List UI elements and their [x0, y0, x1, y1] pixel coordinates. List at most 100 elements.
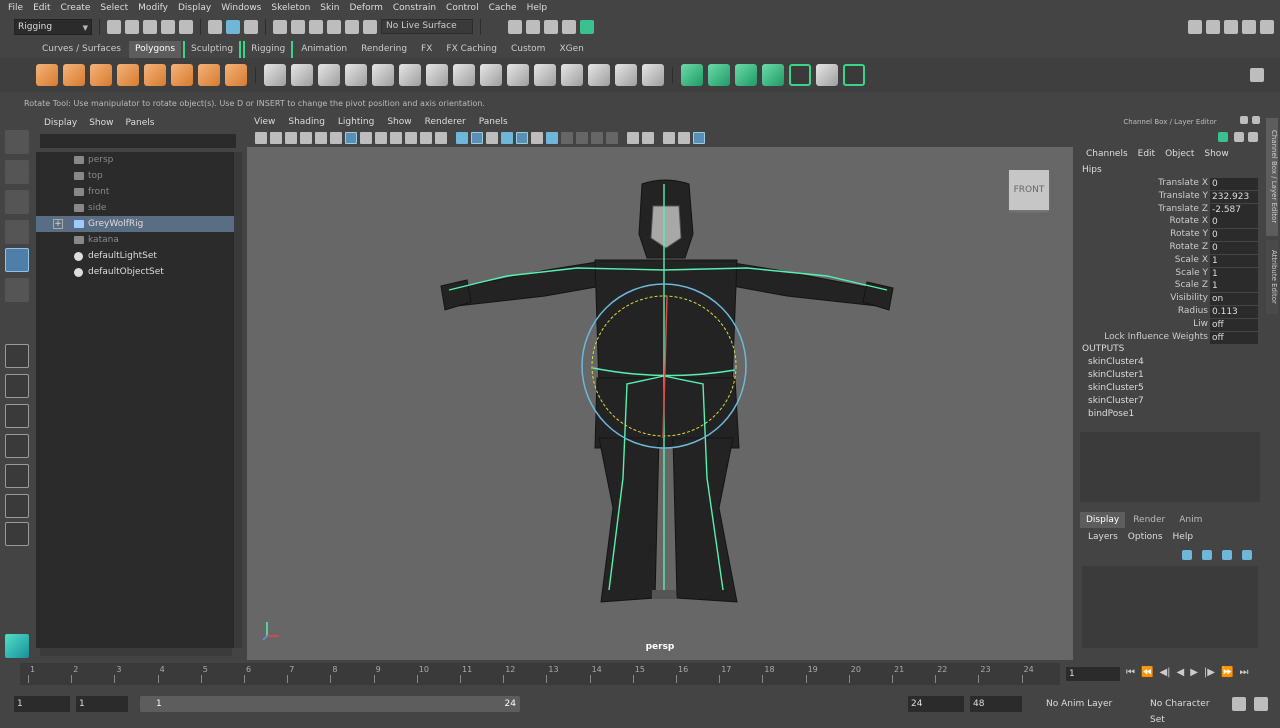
- shelf-tab-animation[interactable]: Animation: [295, 41, 354, 58]
- character-set-dropdown[interactable]: No Character Set: [1146, 696, 1226, 725]
- automatic-uv-icon[interactable]: [762, 64, 784, 86]
- motion-blur-icon[interactable]: [576, 132, 588, 144]
- redo-icon[interactable]: [179, 19, 193, 34]
- viewport-menu-panels[interactable]: Panels: [479, 116, 508, 129]
- planar-uv-icon[interactable]: [681, 64, 703, 86]
- toggle-modeling-toolkit-icon[interactable]: [1206, 19, 1220, 34]
- shadows-icon[interactable]: [546, 132, 558, 144]
- new-scene-icon[interactable]: [107, 19, 121, 34]
- menu-windows[interactable]: Windows: [221, 3, 261, 13]
- viewport-panel[interactable]: View Shading Lighting Show Renderer Panels: [247, 116, 1073, 660]
- menu-select[interactable]: Select: [100, 3, 128, 13]
- outliner-item[interactable]: katana: [36, 232, 234, 248]
- character-model[interactable]: [427, 178, 907, 618]
- textured-icon[interactable]: [516, 132, 528, 144]
- render-frame-icon[interactable]: [526, 19, 540, 34]
- play-backwards-icon[interactable]: ◀: [1177, 667, 1185, 678]
- undo-icon[interactable]: [161, 19, 175, 34]
- attribute-row[interactable]: Lock Influence Weights off: [1078, 331, 1260, 345]
- viewport-menu-view[interactable]: View: [254, 116, 275, 129]
- bevel-icon[interactable]: [480, 64, 502, 86]
- menu-control[interactable]: Control: [446, 3, 479, 13]
- channel-box-menu-object[interactable]: Object: [1165, 149, 1194, 159]
- layer-menu-layers[interactable]: Layers: [1088, 532, 1118, 542]
- paint-select-tool-icon[interactable]: [5, 190, 29, 214]
- safe-title-icon[interactable]: [435, 132, 447, 144]
- attribute-value-field[interactable]: 0: [1210, 229, 1258, 242]
- layer-tab-anim[interactable]: Anim: [1173, 512, 1208, 528]
- animation-start-field[interactable]: 1: [14, 696, 70, 712]
- outliner-layout-icon[interactable]: [5, 494, 29, 518]
- attribute-row[interactable]: Liw off: [1078, 318, 1260, 332]
- harden-edge-icon[interactable]: [615, 64, 637, 86]
- shelf-tab-xgen[interactable]: XGen: [553, 41, 590, 58]
- snap-curve-icon[interactable]: [291, 19, 305, 34]
- menu-display[interactable]: Display: [178, 3, 211, 13]
- hypershade-icon[interactable]: [580, 19, 594, 34]
- shelf-tab-curves-surfaces[interactable]: Curves / Surfaces: [36, 41, 127, 58]
- attribute-value-field[interactable]: 1: [1210, 280, 1258, 293]
- attribute-value-field[interactable]: 0: [1210, 242, 1258, 254]
- range-slider[interactable]: 1 24: [140, 696, 520, 712]
- single-pane-layout-icon[interactable]: [5, 344, 29, 368]
- outliner-item[interactable]: side: [36, 200, 234, 216]
- menu-cache[interactable]: Cache: [489, 3, 517, 13]
- outliner-item[interactable]: persp: [36, 152, 234, 168]
- step-back-key-icon[interactable]: ⏪: [1141, 667, 1153, 678]
- menu-create[interactable]: Create: [61, 3, 91, 13]
- channel-box-toggle-icon[interactable]: [1218, 132, 1228, 142]
- attribute-value-field[interactable]: 232.923: [1210, 190, 1258, 203]
- viewport-menu-lighting[interactable]: Lighting: [338, 116, 374, 129]
- snap-grid-icon[interactable]: [273, 19, 287, 34]
- attribute-value-field[interactable]: 0.113: [1210, 306, 1258, 318]
- attribute-row[interactable]: Rotate Z0: [1078, 242, 1260, 255]
- playback-start-field[interactable]: 1: [76, 696, 128, 712]
- two-d-pan-zoom-icon[interactable]: [315, 132, 327, 144]
- attribute-row[interactable]: Radius 0.113: [1078, 306, 1260, 319]
- attribute-value-field[interactable]: off: [1210, 318, 1258, 331]
- wireframe-on-shaded-icon[interactable]: [501, 132, 513, 144]
- menu-constrain[interactable]: Constrain: [393, 3, 436, 13]
- viewport-menu-show[interactable]: Show: [387, 116, 411, 129]
- output-node[interactable]: skinCluster7: [1088, 396, 1144, 406]
- append-polygon-icon[interactable]: [507, 64, 529, 86]
- poly-torus-icon[interactable]: [171, 64, 193, 86]
- xray-active-icon[interactable]: [678, 132, 690, 144]
- attribute-row[interactable]: Visibility on: [1078, 293, 1260, 306]
- insert-edge-loop-icon[interactable]: [453, 64, 475, 86]
- ambient-occlusion-icon[interactable]: [561, 132, 573, 144]
- shelf-tab-polygons[interactable]: Polygons: [128, 41, 182, 58]
- save-scene-icon[interactable]: [143, 19, 157, 34]
- select-hierarchy-icon[interactable]: [208, 19, 222, 34]
- soften-edge-icon[interactable]: [588, 64, 610, 86]
- shelf-tab-fx-caching[interactable]: FX Caching: [440, 41, 503, 58]
- outliner-item[interactable]: top: [36, 168, 234, 184]
- shelf-tab-rendering[interactable]: Rendering: [355, 41, 414, 58]
- shelf-tab-fx[interactable]: FX: [415, 41, 439, 58]
- isolate-select-icon[interactable]: [627, 132, 639, 144]
- menu-deform[interactable]: Deform: [349, 3, 382, 13]
- menu-help[interactable]: Help: [527, 3, 548, 13]
- select-tool-icon[interactable]: [5, 130, 29, 154]
- smooth-shade-icon[interactable]: [471, 132, 483, 144]
- attribute-value-field[interactable]: 1: [1210, 254, 1258, 267]
- shelf-tab-custom[interactable]: Custom: [504, 41, 552, 58]
- smooth-icon[interactable]: [345, 64, 367, 86]
- persp-graph-layout-icon[interactable]: [5, 434, 29, 458]
- bookmarks-icon[interactable]: [285, 132, 297, 144]
- lasso-tool-icon[interactable]: [5, 160, 29, 184]
- depth-of-field-icon[interactable]: [606, 132, 618, 144]
- rotate-tool-icon[interactable]: [5, 248, 29, 272]
- field-chart-icon[interactable]: [405, 132, 417, 144]
- workspace-icon[interactable]: [1188, 19, 1202, 34]
- poly-plane-icon[interactable]: [144, 64, 166, 86]
- menu-skeleton[interactable]: Skeleton: [271, 3, 310, 13]
- go-to-start-icon[interactable]: ⏮: [1126, 667, 1135, 678]
- exposure-icon[interactable]: [693, 132, 705, 144]
- render-view-icon[interactable]: [508, 19, 522, 34]
- quad-draw-icon[interactable]: [642, 64, 664, 86]
- toggle-channel-box-icon[interactable]: [1260, 19, 1274, 34]
- attribute-row[interactable]: Scale X1: [1078, 254, 1260, 268]
- attribute-value-field[interactable]: off: [1210, 331, 1258, 344]
- grease-pencil-icon[interactable]: [330, 132, 342, 144]
